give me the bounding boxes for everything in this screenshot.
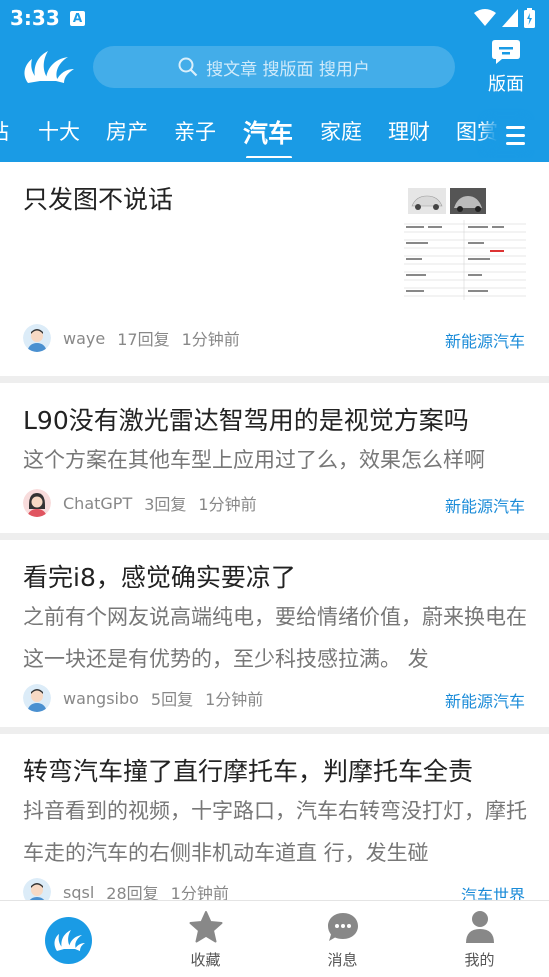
post-time: 1分钟前 — [181, 330, 240, 349]
signal-icon — [502, 9, 518, 27]
avatar[interactable] — [23, 489, 51, 517]
tab-parenting[interactable]: 亲子 — [174, 116, 216, 146]
post-replies: 5回复 — [150, 690, 194, 709]
post-board-link[interactable]: 汽车世界 — [461, 882, 525, 900]
nav-favorites[interactable]: 收藏 — [137, 901, 274, 977]
menu-icon[interactable] — [500, 120, 536, 150]
tab-gallery[interactable]: 图赏 — [456, 116, 498, 146]
post-card[interactable]: 看完i8，感觉确实要凉了 之前有个网友说高端纯电，要给情绪价值，蔚来换电在这一块… — [0, 540, 549, 727]
person-icon — [466, 911, 494, 943]
star-icon — [189, 911, 223, 943]
post-thumbnail[interactable] — [402, 174, 528, 302]
post-excerpt: 之前有个网友说高端纯电，要给情绪价值，蔚来换电在这一块还是有优势的，至少科技感拉… — [23, 605, 527, 671]
post-title[interactable]: L90没有激光雷达智驾用的是视觉方案吗 — [23, 401, 469, 437]
tab-family[interactable]: 家庭 — [320, 116, 362, 146]
notification-a-icon: A — [70, 11, 85, 26]
post-author[interactable]: ChatGPT — [63, 494, 132, 513]
status-time: 3:33 — [10, 6, 60, 30]
post-meta: waye 17回复 1分钟前 — [23, 324, 240, 352]
post-replies: 3回复 — [144, 495, 187, 514]
post-board-link[interactable]: 新能源汽车 — [445, 328, 525, 352]
post-board-link[interactable]: 新能源汽车 — [445, 688, 525, 712]
tab-top-ten[interactable]: 十大 — [38, 116, 80, 146]
post-title[interactable]: 只发图不说话 — [23, 180, 173, 216]
battery-icon — [524, 8, 535, 28]
post-excerpt: 抖音看到的视频，十字路口，汽车右转弯没打灯，摩托车走的汽车的右侧非机动车道直 行… — [23, 799, 527, 865]
tab-finance[interactable]: 理财 — [388, 116, 430, 146]
search-bar[interactable]: 搜文章 搜版面 搜用户 — [93, 46, 455, 88]
post-time: 1分钟前 — [170, 884, 229, 900]
post-card[interactable]: L90没有激光雷达智驾用的是视觉方案吗 这个方案在其他车型上应用过了么，效果怎么… — [0, 383, 549, 533]
board-button-label: 版面 — [488, 74, 524, 95]
nav-messages-label: 消息 — [327, 951, 358, 969]
post-card[interactable]: 转弯汽车撞了直行摩托车，判摩托车全责 抖音看到的视频，十字路口，汽车右转弯没打灯… — [0, 734, 549, 900]
tab-site[interactable]: 站 — [0, 116, 9, 146]
home-logo-icon[interactable] — [45, 917, 92, 964]
status-bar: 3:33 A — [0, 0, 549, 36]
nav-home[interactable] — [0, 901, 137, 977]
post-meta: ChatGPT 3回复 1分钟前 — [23, 489, 257, 517]
post-meta: wangsibo 5回复 1分钟前 — [23, 684, 263, 712]
nav-messages[interactable]: 消息 — [274, 901, 411, 977]
tab-real-estate[interactable]: 房产 — [106, 116, 148, 146]
post-board-link[interactable]: 新能源汽车 — [445, 493, 525, 517]
avatar[interactable] — [23, 878, 51, 900]
nav-profile[interactable]: 我的 — [411, 901, 548, 977]
wifi-icon — [474, 9, 496, 26]
post-author[interactable]: sqsl — [63, 883, 94, 901]
post-replies: 28回复 — [106, 884, 159, 900]
bottom-navigation: 收藏 消息 我的 — [0, 900, 549, 977]
app-logo-icon[interactable] — [22, 45, 74, 87]
post-time: 1分钟前 — [205, 690, 264, 709]
post-title[interactable]: 转弯汽车撞了直行摩托车，判摩托车全责 — [23, 752, 473, 788]
post-meta: sqsl 28回复 1分钟前 — [23, 878, 229, 900]
post-time: 1分钟前 — [198, 495, 257, 514]
avatar[interactable] — [23, 684, 51, 712]
post-author[interactable]: waye — [63, 329, 105, 348]
chat-bubble-icon — [328, 913, 358, 941]
post-feed: 只发图不说话 waye 17回复 1分钟前 新能源汽车 L90没有激光雷达智驾用… — [0, 162, 549, 900]
status-icons — [474, 8, 535, 28]
board-chat-icon — [492, 40, 520, 64]
category-tabs: 站 十大 房产 亲子 汽车 家庭 理财 图赏 — [0, 108, 549, 158]
post-title[interactable]: 看完i8，感觉确实要凉了 — [23, 558, 296, 594]
avatar[interactable] — [23, 324, 51, 352]
tab-auto[interactable]: 汽车 — [243, 114, 293, 150]
nav-profile-label: 我的 — [464, 951, 495, 969]
search-placeholder: 搜文章 搜版面 搜用户 — [206, 59, 370, 80]
post-author[interactable]: wangsibo — [63, 689, 139, 708]
car-spec-image — [402, 174, 528, 302]
nav-favorites-label: 收藏 — [190, 951, 221, 969]
post-excerpt: 这个方案在其他车型上应用过了么，效果怎么样啊 — [23, 448, 485, 472]
board-button[interactable]: 版面 — [480, 40, 532, 96]
post-card[interactable]: 只发图不说话 waye 17回复 1分钟前 新能源汽车 — [0, 162, 549, 376]
search-icon — [178, 57, 198, 77]
post-replies: 17回复 — [117, 330, 170, 349]
active-tab-indicator — [246, 156, 292, 158]
app-header: 3:33 A 搜文章 搜版面 搜用户 版面 站 十大 房产 亲子 汽车 家庭 理… — [0, 0, 549, 162]
